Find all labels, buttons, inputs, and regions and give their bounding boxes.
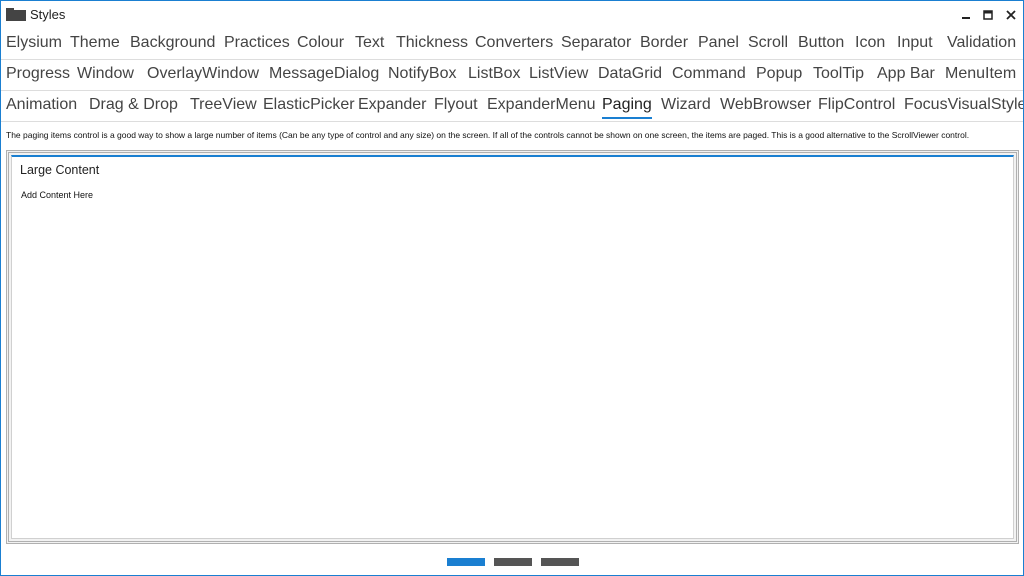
pager-page-1[interactable]	[447, 558, 485, 566]
tab-animation[interactable]: Animation	[6, 95, 77, 119]
tab-row-1: Elysium Theme Background Practices Colour Tex…	[1, 29, 1023, 60]
tab-drag-and-drop[interactable]: Drag & Drop	[89, 95, 178, 119]
tab-popup[interactable]: Popup	[756, 64, 802, 88]
tab-messagedialog[interactable]: MessageDialog	[269, 64, 379, 88]
maximize-button[interactable]	[977, 5, 999, 25]
tab-button[interactable]: Button	[798, 33, 844, 57]
close-icon	[1006, 10, 1016, 20]
tab-window[interactable]: Window	[77, 64, 134, 88]
window-title: Styles	[30, 7, 66, 22]
tab-row-2: Progress Window OverlayWindow MessageDialog…	[1, 60, 1023, 91]
tab-input[interactable]: Input	[897, 33, 933, 57]
pager-page-3[interactable]	[541, 558, 579, 566]
tab-paging[interactable]: Paging	[602, 95, 652, 119]
tab-background[interactable]: Background	[130, 33, 215, 57]
content-panel: Large Content Add Content Here	[11, 155, 1014, 539]
content-body: Add Content Here	[21, 190, 94, 200]
tab-app-bar[interactable]: App Bar	[877, 64, 935, 88]
maximize-icon	[983, 10, 993, 20]
tab-colour[interactable]: Colour	[297, 33, 344, 57]
content-title: Large Content	[20, 163, 100, 177]
tab-expandermenu[interactable]: ExpanderMenu	[487, 95, 596, 119]
pager	[447, 558, 579, 567]
close-button[interactable]	[1000, 5, 1022, 25]
folder-icon	[6, 8, 26, 21]
tab-flipcontrol[interactable]: FlipControl	[818, 95, 895, 119]
tab-menuitem[interactable]: MenuItem	[945, 64, 1016, 88]
tab-expander[interactable]: Expander	[358, 95, 427, 119]
paging-items-control: Large Content Add Content Here	[6, 150, 1019, 544]
title-bar[interactable]: Styles	[1, 1, 1023, 29]
tab-validation[interactable]: Validation	[947, 33, 1016, 57]
tab-tooltip[interactable]: ToolTip	[813, 64, 864, 88]
tab-elysium[interactable]: Elysium	[6, 33, 62, 57]
tab-elasticpicker[interactable]: ElasticPicker	[263, 95, 355, 119]
page-description: The paging items control is a good way t…	[6, 130, 970, 140]
tab-overlaywindow[interactable]: OverlayWindow	[147, 64, 259, 88]
minimize-icon	[962, 17, 970, 19]
tab-icon[interactable]: Icon	[855, 33, 885, 57]
tab-panel[interactable]: Panel	[698, 33, 739, 57]
tab-theme[interactable]: Theme	[70, 33, 120, 57]
minimize-button[interactable]	[955, 5, 977, 25]
app-window: Styles Elysium Theme Background Practices Co…	[0, 0, 1024, 576]
tab-converters[interactable]: Converters	[475, 33, 553, 57]
tab-progress[interactable]: Progress	[6, 64, 70, 88]
tab-thickness[interactable]: Thickness	[396, 33, 468, 57]
tab-scroll[interactable]: Scroll	[748, 33, 788, 57]
tab-listview[interactable]: ListView	[529, 64, 588, 88]
tab-flyout[interactable]: Flyout	[434, 95, 478, 119]
tab-separator[interactable]: Separator	[561, 33, 631, 57]
tab-notifybox[interactable]: NotifyBox	[388, 64, 456, 88]
pager-page-2[interactable]	[494, 558, 532, 566]
tab-listbox[interactable]: ListBox	[468, 64, 520, 88]
tab-command[interactable]: Command	[672, 64, 746, 88]
tab-border[interactable]: Border	[640, 33, 688, 57]
tab-datagrid[interactable]: DataGrid	[598, 64, 662, 88]
tab-focusvisualstyle[interactable]: FocusVisualStyle	[904, 95, 1023, 119]
tab-webbrowser[interactable]: WebBrowser	[720, 95, 811, 119]
tab-row-3: Animation Drag & Drop TreeView ElasticPicke…	[1, 91, 1023, 122]
tab-practices[interactable]: Practices	[224, 33, 290, 57]
tab-text[interactable]: Text	[355, 33, 384, 57]
tab-wizard[interactable]: Wizard	[661, 95, 711, 119]
tab-treeview[interactable]: TreeView	[190, 95, 257, 119]
